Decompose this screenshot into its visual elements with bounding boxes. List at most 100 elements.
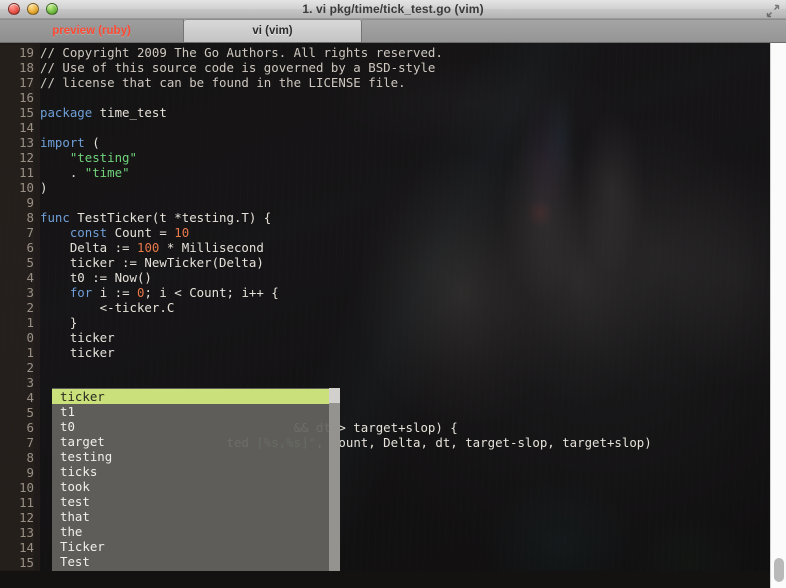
code-token: ticker := NewTicker(Delta) — [40, 255, 264, 270]
line-content: ) — [40, 180, 47, 195]
line-content: // Use of this source code is governed b… — [40, 60, 435, 75]
code-token: 100 — [136, 240, 160, 255]
line-number: 2 — [0, 360, 34, 375]
tab-vi-vim[interactable]: vi (vim) — [184, 19, 362, 42]
completion-item[interactable]: Ticker — [52, 539, 329, 554]
line-number: 2 — [0, 300, 34, 315]
terminal-window: 1. vi pkg/time/tick_test.go (vim) previe… — [0, 0, 786, 588]
completion-item[interactable]: ticker — [52, 389, 329, 404]
line-number: 9 — [0, 195, 34, 210]
code-token: package — [40, 105, 93, 120]
code-token: ) — [40, 180, 48, 195]
vertical-scrollbar[interactable] — [770, 43, 786, 588]
line-number: 13 — [0, 525, 34, 540]
completion-item[interactable]: Test — [52, 554, 329, 569]
window-titlebar: 1. vi pkg/time/tick_test.go (vim) — [0, 0, 786, 19]
line-content: ticker — [40, 345, 115, 360]
code-token: 10 — [174, 225, 190, 240]
line-number: 17 — [0, 75, 34, 90]
line-number: 5 — [0, 255, 34, 270]
line-number: 6 — [0, 420, 34, 435]
completion-item[interactable]: the — [52, 524, 329, 539]
line-content: // license that can be found in the LICE… — [40, 75, 406, 90]
line-number: 10 — [0, 180, 34, 195]
code-token: i := — [92, 285, 137, 300]
line-content: } — [40, 315, 77, 330]
code-token: // license that can be found in the LICE… — [40, 75, 406, 90]
zoom-button[interactable] — [46, 3, 58, 15]
code-token: // Copyright 2009 The Go Authors. All ri… — [40, 45, 443, 60]
completion-item[interactable]: that — [52, 509, 329, 524]
line-content: func TestTicker(t *testing.T) { — [40, 210, 271, 225]
tab-label: vi (vim) — [252, 25, 293, 37]
completion-item[interactable]: ticks — [52, 464, 329, 479]
code-token: ; i < Count; i++ { — [144, 285, 279, 300]
code-token: "testing" — [69, 150, 137, 165]
code-token: * Millisecond — [159, 240, 264, 255]
code-token: t0 := Now() — [40, 270, 152, 285]
line-number: 11 — [0, 165, 34, 180]
code-token: // Use of this source code is governed b… — [40, 60, 436, 75]
popup-scrollbar-thumb[interactable] — [329, 388, 340, 403]
code-token: <-ticker.C — [40, 300, 175, 315]
completion-item[interactable]: testing — [52, 449, 329, 464]
line-number: 14 — [0, 120, 34, 135]
line-number: 7 — [0, 225, 34, 240]
minimize-button[interactable] — [27, 3, 39, 15]
line-content: package time_test — [40, 105, 167, 120]
code-token: const — [69, 225, 108, 240]
line-number: 12 — [0, 150, 34, 165]
line-content: const Count = 10 — [40, 225, 189, 240]
line-number: 19 — [0, 45, 34, 60]
code-token: "time" — [84, 165, 130, 180]
line-number: 4 — [0, 390, 34, 405]
code-token: . — [40, 165, 85, 180]
code-token: func — [40, 210, 70, 225]
completion-item[interactable]: took — [52, 479, 329, 494]
line-number: 10 — [0, 480, 34, 495]
tab-bar-filler — [362, 19, 786, 42]
line-number: 8 — [0, 210, 34, 225]
line-number: 3 — [0, 285, 34, 300]
line-number: 9 — [0, 465, 34, 480]
line-number: 4 — [0, 270, 34, 285]
line-content: "testing" — [40, 150, 137, 165]
code-token: for — [69, 285, 93, 300]
line-number: 15 — [0, 555, 34, 570]
completion-item[interactable]: t1 — [52, 404, 329, 419]
line-content: ticker := NewTicker(Delta) — [40, 255, 264, 270]
completion-item[interactable]: target — [52, 434, 329, 449]
code-token: ticker — [40, 345, 115, 360]
tab-preview-ruby[interactable]: preview (ruby) — [0, 19, 184, 42]
completion-item[interactable]: test — [52, 494, 329, 509]
code-token: } — [40, 315, 78, 330]
completion-item[interactable]: t0 — [52, 419, 329, 434]
code-token: TestTicker(t *testing.T) { — [69, 210, 272, 225]
code-token: Delta := — [40, 240, 137, 255]
code-token: , Count, Delta, dt, target-slop, target+… — [316, 435, 652, 450]
line-number: 3 — [0, 375, 34, 390]
vim-status-line: -- Keyword completion (^N^P) match 1 of … — [0, 571, 770, 588]
completion-popup[interactable]: ticker t1 t0 target testing ticks took test that… — [52, 388, 340, 588]
line-number: 8 — [0, 450, 34, 465]
line-content: . "time" — [40, 165, 130, 180]
line-number: 18 — [0, 60, 34, 75]
popup-scrollbar-track[interactable] — [329, 388, 340, 588]
line-content: // Copyright 2009 The Go Authors. All ri… — [40, 45, 443, 60]
line-number: 7 — [0, 435, 34, 450]
line-content: <-ticker.C — [40, 300, 175, 315]
code-token: ( — [84, 135, 100, 150]
line-number: 13 — [0, 135, 34, 150]
line-number: 5 — [0, 405, 34, 420]
tab-label: preview (ruby) — [52, 25, 131, 37]
line-number: 1 — [0, 315, 34, 330]
code-token: time_test — [92, 105, 167, 120]
line-number: 6 — [0, 240, 34, 255]
line-number: 14 — [0, 540, 34, 555]
fullscreen-icon[interactable] — [766, 3, 780, 18]
vertical-scrollbar-thumb[interactable] — [774, 558, 784, 582]
terminal-viewport[interactable]: 19// Copyright 2009 The Go Authors. All … — [0, 43, 770, 588]
close-button[interactable] — [8, 3, 20, 15]
